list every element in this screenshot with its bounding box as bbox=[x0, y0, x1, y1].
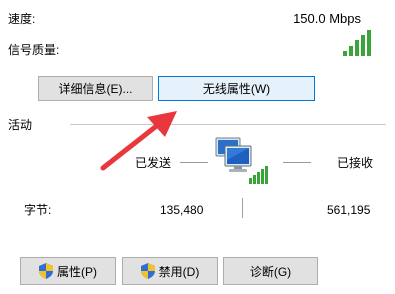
signal-bar bbox=[355, 40, 359, 56]
signal-bars-icon bbox=[343, 30, 373, 56]
signal-bar bbox=[349, 46, 353, 56]
signal-bar bbox=[367, 30, 371, 56]
disable-button[interactable]: 禁用(D) bbox=[122, 257, 218, 285]
signal-quality-label: 信号质量: bbox=[8, 43, 60, 57]
received-label: 已接收 bbox=[337, 156, 374, 170]
properties-button[interactable]: 属性(P) bbox=[20, 257, 116, 285]
details-button[interactable]: 详细信息(E)... bbox=[38, 76, 153, 101]
disable-button-label: 禁用(D) bbox=[158, 264, 200, 279]
red-arrow-annotation bbox=[95, 105, 185, 175]
network-computers-icon bbox=[213, 136, 271, 186]
bytes-label: 字节: bbox=[24, 203, 52, 217]
diagnose-button[interactable]: 诊断(G) bbox=[223, 257, 318, 285]
received-line bbox=[283, 162, 311, 163]
received-bytes-value: 561,195 bbox=[327, 203, 371, 217]
uac-shield-icon bbox=[140, 263, 155, 279]
bytes-divider bbox=[242, 198, 243, 218]
uac-shield-icon bbox=[39, 263, 53, 279]
signal-bar bbox=[361, 35, 365, 56]
signal-bar bbox=[343, 51, 347, 56]
properties-button-label: 属性(P) bbox=[57, 264, 97, 279]
sent-bytes-value: 135,480 bbox=[160, 203, 204, 217]
speed-value: 150.0 Mbps bbox=[293, 11, 361, 26]
wireless-properties-button[interactable]: 无线属性(W) bbox=[158, 76, 315, 101]
activity-section-label: 活动 bbox=[8, 118, 33, 132]
speed-label: 速度: bbox=[8, 12, 36, 26]
